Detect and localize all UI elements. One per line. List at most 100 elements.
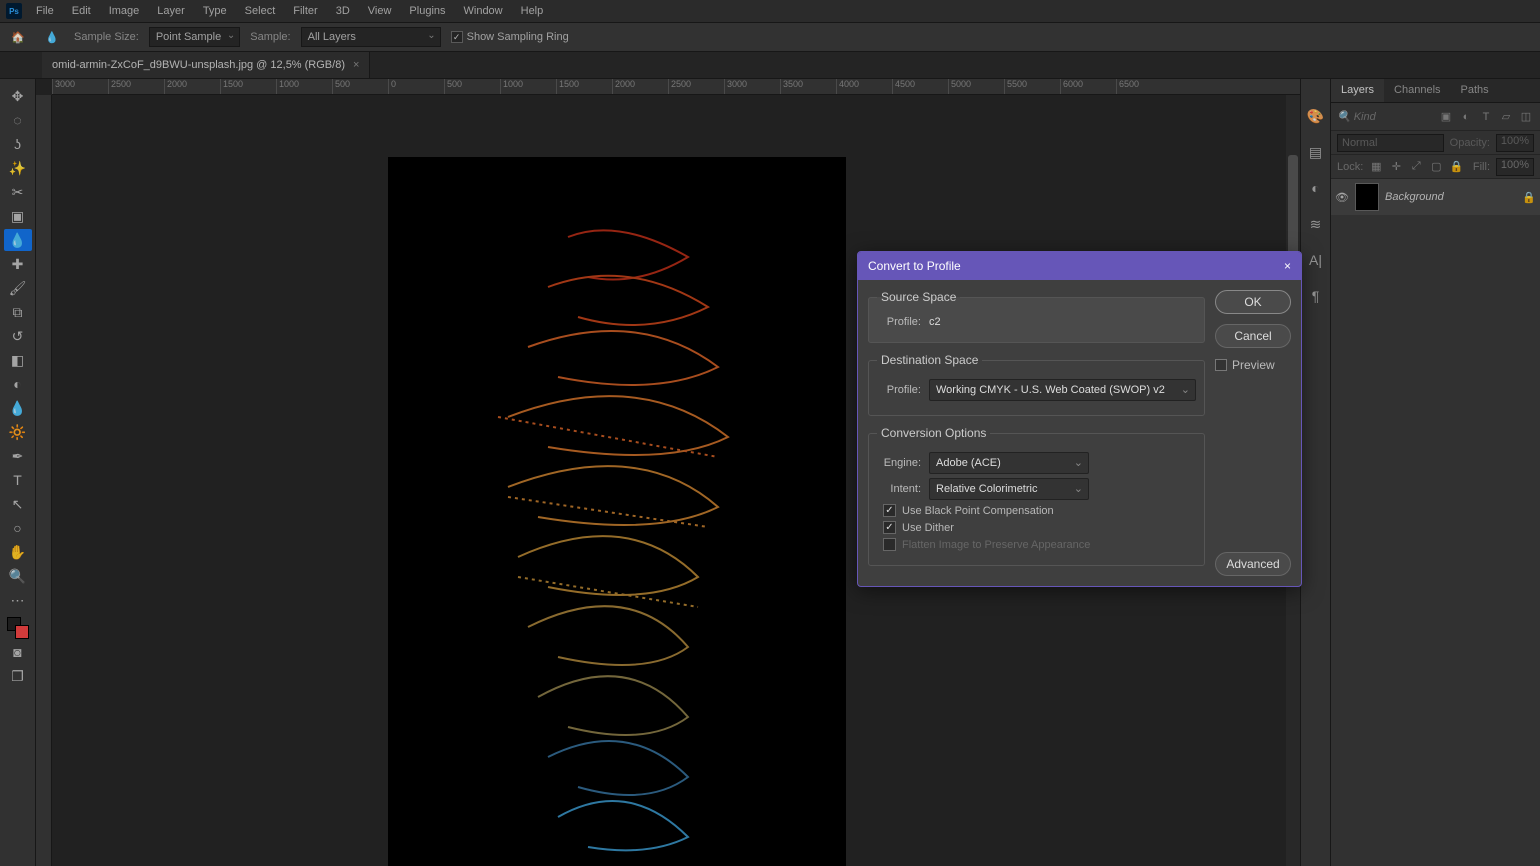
heal-tool-icon[interactable]: ✚ xyxy=(4,253,32,275)
dialog-titlebar[interactable]: Convert to Profile × xyxy=(858,252,1301,280)
lock-position-icon[interactable]: ✛ xyxy=(1389,160,1403,174)
blur-tool-icon[interactable]: 💧 xyxy=(4,397,32,419)
destination-profile-dropdown[interactable]: Working CMYK - U.S. Web Coated (SWOP) v2 xyxy=(929,379,1196,401)
intent-dropdown[interactable]: Relative Colorimetric xyxy=(929,478,1089,500)
document-tab-label: omid-armin-ZxCoF_d9BWU-unsplash.jpg @ 12… xyxy=(52,59,345,71)
menu-layer[interactable]: Layer xyxy=(149,2,193,20)
home-icon[interactable]: 🏠 xyxy=(6,25,30,49)
layer-filter-search[interactable]: 🔍 Kind xyxy=(1337,110,1434,123)
source-profile-label: Profile: xyxy=(877,316,921,328)
conversion-options-group: Conversion Options Engine: Adobe (ACE) I… xyxy=(868,426,1205,566)
filter-type-icon[interactable]: T xyxy=(1478,109,1494,125)
app-logo-icon: Ps xyxy=(6,3,22,19)
menu-select[interactable]: Select xyxy=(237,2,284,20)
lock-nested-icon[interactable]: ⤢ xyxy=(1409,160,1423,174)
dodge-tool-icon[interactable]: 🔆 xyxy=(4,421,32,443)
filter-shape-icon[interactable]: ▱ xyxy=(1498,109,1514,125)
type-tool-icon[interactable]: T xyxy=(4,469,32,491)
flatten-label: Flatten Image to Preserve Appearance xyxy=(902,539,1090,551)
dither-checkbox[interactable]: ✓ Use Dither xyxy=(883,521,1196,534)
preview-checkbox[interactable]: Preview xyxy=(1215,358,1291,372)
menu-file[interactable]: File xyxy=(28,2,62,20)
wand-tool-icon[interactable]: ✨ xyxy=(4,157,32,179)
cancel-button[interactable]: Cancel xyxy=(1215,324,1291,348)
sample-dropdown[interactable]: All Layers xyxy=(301,27,441,47)
frame-tool-icon[interactable]: ▣ xyxy=(4,205,32,227)
move-tool-icon[interactable]: ✥ xyxy=(4,85,32,107)
lock-artboard-icon[interactable]: ▢ xyxy=(1429,160,1443,174)
opacity-label: Opacity: xyxy=(1450,137,1490,149)
menu-image[interactable]: Image xyxy=(101,2,148,20)
destination-profile-label: Profile: xyxy=(877,384,921,396)
tab-layers[interactable]: Layers xyxy=(1331,79,1384,102)
stamp-tool-icon[interactable]: ⧉ xyxy=(4,301,32,323)
sample-size-dropdown[interactable]: Point Sample xyxy=(149,27,240,47)
fill-field[interactable]: 100% xyxy=(1496,158,1534,176)
color-swatches[interactable] xyxy=(7,617,29,639)
color-panel-icon[interactable]: 🎨 xyxy=(1307,107,1325,125)
tab-channels[interactable]: Channels xyxy=(1384,79,1450,102)
character-panel-icon[interactable]: A| xyxy=(1307,251,1325,269)
menu-type[interactable]: Type xyxy=(195,2,235,20)
menu-window[interactable]: Window xyxy=(456,2,511,20)
brush-tool-icon[interactable]: 🖌 xyxy=(4,277,32,299)
layer-row[interactable]: 👁 Background 🔒 xyxy=(1331,179,1540,215)
screenmode-tool-icon[interactable]: ❐ xyxy=(4,665,32,687)
menu-3d[interactable]: 3D xyxy=(328,2,358,20)
blend-mode-dropdown[interactable]: Normal xyxy=(1337,134,1444,152)
menu-help[interactable]: Help xyxy=(513,2,552,20)
shape-tool-icon[interactable]: ○ xyxy=(4,517,32,539)
quickmask-tool-icon[interactable]: ◙ xyxy=(4,641,32,663)
destination-space-label: Destination Space xyxy=(877,353,982,367)
locked-icon: 🔒 xyxy=(1522,191,1536,204)
menu-plugins[interactable]: Plugins xyxy=(401,2,453,20)
document-canvas[interactable] xyxy=(388,157,846,866)
edit-toolbar-icon[interactable]: ⋯ xyxy=(4,589,32,611)
marquee-tool-icon[interactable]: ◌ xyxy=(4,109,32,131)
filter-smart-icon[interactable]: ◫ xyxy=(1518,109,1534,125)
pen-tool-icon[interactable]: ✒ xyxy=(4,445,32,467)
lasso-tool-icon[interactable]: ʖ xyxy=(4,133,32,155)
visibility-eye-icon[interactable]: 👁 xyxy=(1335,191,1349,204)
advanced-button[interactable]: Advanced xyxy=(1215,552,1291,576)
right-panels: Layers Channels Paths 🔍 Kind ▣ ◐ T ▱ ◫ N… xyxy=(1330,79,1540,866)
dither-label: Use Dither xyxy=(902,522,954,534)
show-sampling-ring-checkbox[interactable]: ✓ Show Sampling Ring xyxy=(451,31,569,43)
opacity-field[interactable]: 100% xyxy=(1496,134,1534,152)
close-tab-icon[interactable]: × xyxy=(353,59,359,71)
crop-tool-icon[interactable]: ✂ xyxy=(4,181,32,203)
filter-adjust-icon[interactable]: ◐ xyxy=(1458,109,1474,125)
paragraph-panel-icon[interactable]: ¶ xyxy=(1307,287,1325,305)
zoom-tool-icon[interactable]: 🔍 xyxy=(4,565,32,587)
eyedropper-tool-icon[interactable]: 💧 xyxy=(4,229,32,251)
ruler-vertical xyxy=(36,95,52,866)
lock-pixels-icon[interactable]: ▦ xyxy=(1369,160,1383,174)
menu-filter[interactable]: Filter xyxy=(285,2,325,20)
eyedropper-icon[interactable]: 💧 xyxy=(40,25,64,49)
conversion-options-label: Conversion Options xyxy=(877,426,990,440)
lock-all-icon[interactable]: 🔒 xyxy=(1449,160,1463,174)
layer-name[interactable]: Background xyxy=(1385,191,1516,203)
document-tab[interactable]: omid-armin-ZxCoF_d9BWU-unsplash.jpg @ 12… xyxy=(42,52,370,78)
swatches-panel-icon[interactable]: ▤ xyxy=(1307,143,1325,161)
ok-button[interactable]: OK xyxy=(1215,290,1291,314)
adjustments-panel-icon[interactable]: ◐ xyxy=(1307,179,1325,197)
menu-view[interactable]: View xyxy=(360,2,400,20)
toolbox: ✥ ◌ ʖ ✨ ✂ ▣ 💧 ✚ 🖌 ⧉ ↺ ◧ ◐ 💧 🔆 ✒ T ↖ ○ ✋ … xyxy=(0,79,36,866)
convert-to-profile-dialog: Convert to Profile × Source Space Profil… xyxy=(857,251,1302,587)
gradient-tool-icon[interactable]: ◐ xyxy=(4,373,32,395)
engine-dropdown[interactable]: Adobe (ACE) xyxy=(929,452,1089,474)
path-tool-icon[interactable]: ↖ xyxy=(4,493,32,515)
dialog-close-icon[interactable]: × xyxy=(1284,259,1291,273)
eraser-tool-icon[interactable]: ◧ xyxy=(4,349,32,371)
document-tab-bar: omid-armin-ZxCoF_d9BWU-unsplash.jpg @ 12… xyxy=(0,52,1540,79)
hand-tool-icon[interactable]: ✋ xyxy=(4,541,32,563)
intent-label: Intent: xyxy=(877,483,921,495)
tab-paths[interactable]: Paths xyxy=(1451,79,1499,102)
sample-size-label: Sample Size: xyxy=(74,31,139,43)
filter-image-icon[interactable]: ▣ xyxy=(1438,109,1454,125)
black-point-checkbox[interactable]: ✓ Use Black Point Compensation xyxy=(883,504,1196,517)
history-brush-tool-icon[interactable]: ↺ xyxy=(4,325,32,347)
menu-edit[interactable]: Edit xyxy=(64,2,99,20)
libraries-panel-icon[interactable]: ≋ xyxy=(1307,215,1325,233)
